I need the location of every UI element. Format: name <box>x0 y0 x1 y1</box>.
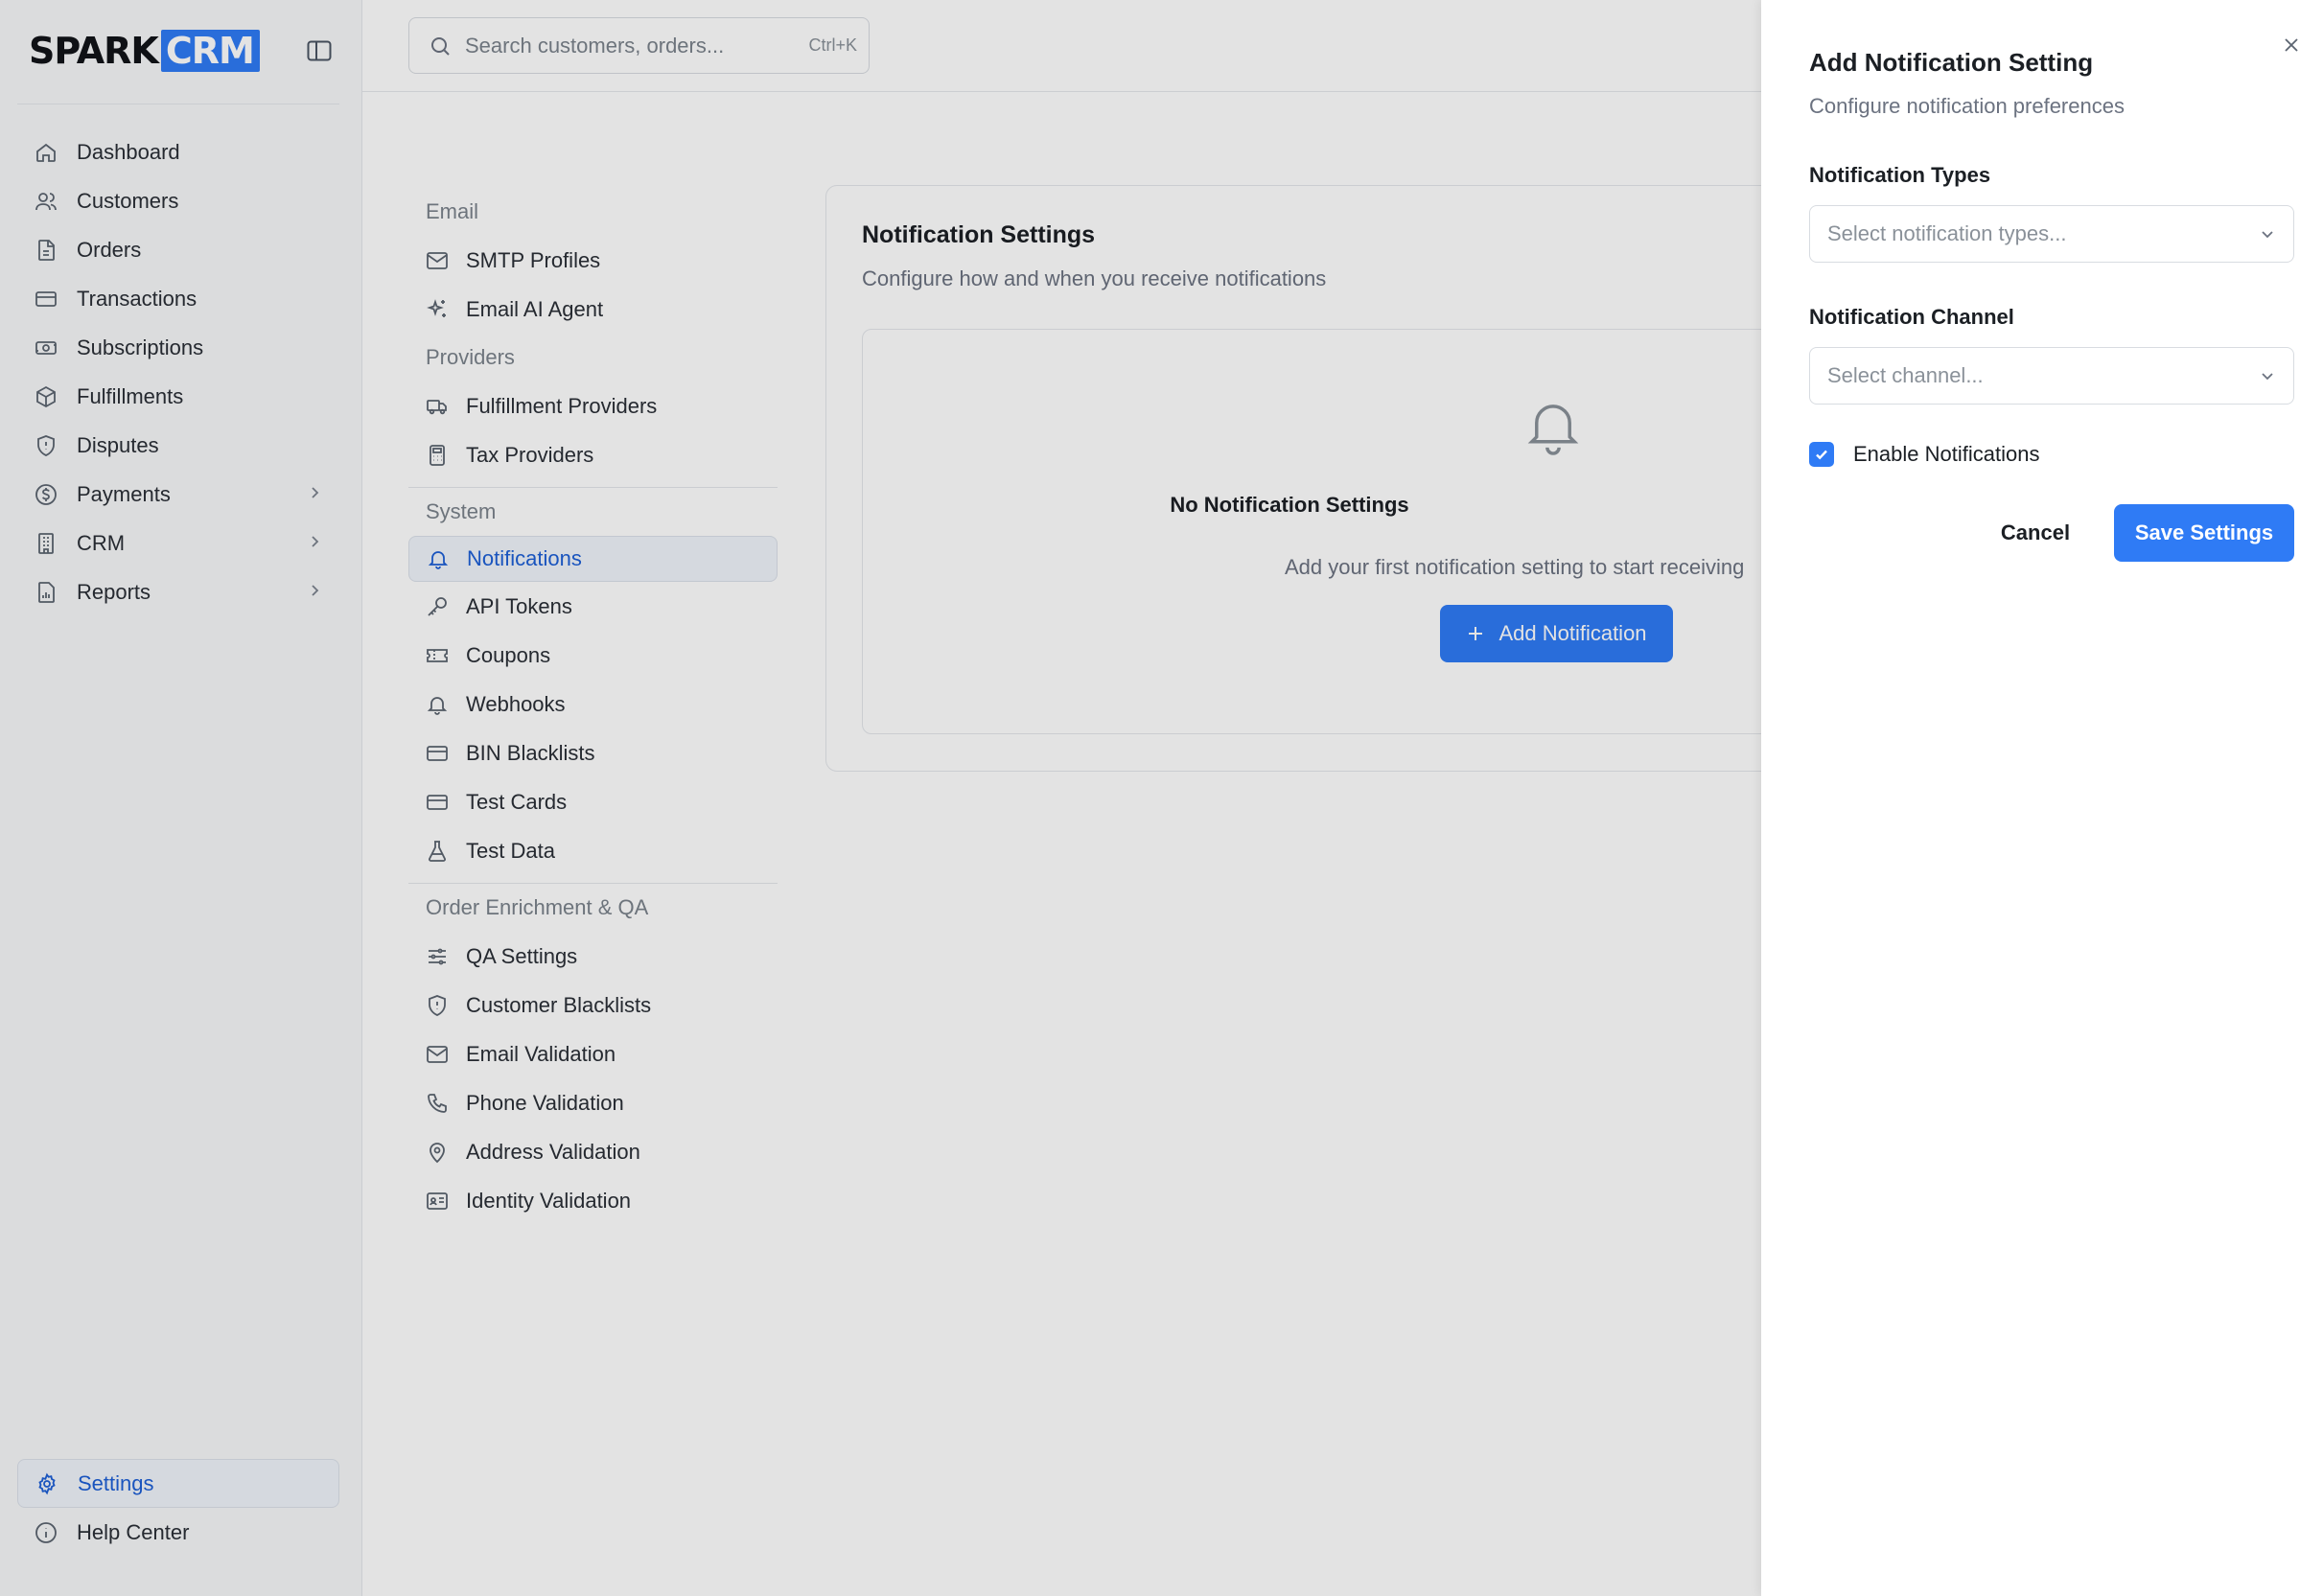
chevron-down-icon <box>2257 365 2278 386</box>
notification-types-select[interactable]: Select notification types... <box>1809 205 2294 263</box>
add-notification-drawer: Add Notification Setting Configure notif… <box>1761 0 2323 1596</box>
enable-notifications-row: Enable Notifications <box>1809 442 2039 467</box>
modal-overlay[interactable] <box>0 0 1761 1596</box>
select-placeholder: Select notification types... <box>1827 221 2067 245</box>
drawer-subtitle: Configure notification preferences <box>1809 94 2125 118</box>
close-icon[interactable] <box>2281 35 2302 56</box>
check-icon <box>1816 450 1827 460</box>
save-settings-button[interactable]: Save Settings <box>2114 504 2294 562</box>
drawer-title: Add Notification Setting <box>1809 48 2094 77</box>
cancel-button[interactable]: Cancel <box>1982 504 2089 562</box>
notification-channel-label: Notification Channel <box>1809 305 2014 329</box>
enable-notifications-checkbox[interactable] <box>1809 442 1834 467</box>
notification-types-label: Notification Types <box>1809 163 1991 187</box>
enable-notifications-label[interactable]: Enable Notifications <box>1853 442 2039 467</box>
notification-channel-select[interactable]: Select channel... <box>1809 347 2294 405</box>
chevron-down-icon <box>2257 223 2278 244</box>
select-placeholder: Select channel... <box>1827 363 1984 387</box>
